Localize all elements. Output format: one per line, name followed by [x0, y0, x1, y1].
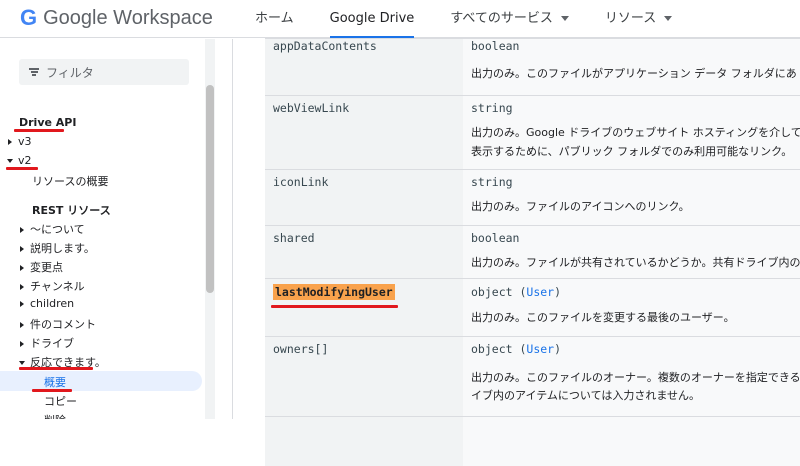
- scrollbar-thumb[interactable]: [206, 85, 214, 293]
- field-name: iconLink: [273, 175, 329, 189]
- expand-arrow-icon: [20, 227, 24, 233]
- highlighted-field-name: lastModifyingUser: [273, 284, 395, 300]
- field-description: 表示するために、パブリック フォルダでのみ利用可能なリンク。: [471, 145, 793, 158]
- annotation-underline: [6, 167, 38, 170]
- sidebar-item-about[interactable]: 〜について: [20, 221, 85, 237]
- sidebar-item-drives[interactable]: ドライブ: [20, 335, 74, 351]
- nav-all-products[interactable]: すべてのサービス: [450, 0, 569, 38]
- chevron-down-icon: [664, 16, 673, 21]
- field-description: 出力のみ。このファイルがアプリケーション データ フォルダにあ: [471, 67, 797, 80]
- field-type: string: [471, 101, 513, 115]
- expand-arrow-icon: [20, 322, 24, 328]
- user-type-link[interactable]: User: [526, 342, 554, 356]
- filter-icon: [29, 68, 39, 76]
- filter-input[interactable]: フィルタ: [19, 59, 189, 85]
- sidebar-heading-rest-resources: REST リソース: [32, 204, 111, 217]
- sidebar-item-comments[interactable]: 件のコメント: [20, 316, 96, 332]
- field-description: 出力のみ。Google ドライブのウェブサイト ホスティングを介して: [471, 126, 800, 139]
- field-description: 出力のみ。このファイルのオーナー。複数のオーナーを指定できる: [471, 371, 800, 384]
- nav-resources[interactable]: リソース: [605, 0, 673, 38]
- field-description: イブ内のアイテムについては入力されません。: [471, 389, 701, 402]
- nav-google-drive[interactable]: Google Drive: [329, 0, 414, 39]
- sidebar-item-resource-overview[interactable]: リソースの概要: [32, 173, 108, 189]
- annotation-underline: [32, 389, 72, 392]
- top-nav: ホーム Google Drive すべてのサービス リソース: [255, 0, 708, 39]
- field-name: webViewLink: [273, 101, 350, 115]
- google-workspace-logo[interactable]: G Google Workspace: [20, 6, 213, 30]
- sidebar-item-channels[interactable]: チャンネル: [20, 278, 85, 294]
- sidebar-item-overview[interactable]: 概要: [44, 374, 66, 390]
- expand-arrow-icon: [20, 301, 24, 307]
- sidebar-item-drive-api[interactable]: Drive API: [19, 116, 76, 129]
- table-row: shared boolean 出力のみ。ファイルが共有されているかどうか。共有ド…: [265, 225, 800, 278]
- sidebar-item-v2[interactable]: v2: [7, 154, 32, 167]
- logo-wordmark: Google Workspace: [43, 6, 213, 29]
- field-name: appDataContents: [273, 39, 377, 53]
- field-description: 出力のみ。ファイルが共有されているかどうか。共有ドライブ内の: [471, 256, 800, 269]
- table-row: [265, 416, 800, 466]
- field-name: shared: [273, 231, 315, 245]
- table-row: owners[] object (User) 出力のみ。このファイルのオーナー。…: [265, 336, 800, 416]
- annotation-underline: [271, 305, 398, 308]
- field-type: string: [471, 175, 513, 189]
- table-row: iconLink string 出力のみ。ファイルのアイコンへのリンク。: [265, 169, 800, 225]
- table-row: lastModifyingUser object (User) 出力のみ。このフ…: [265, 278, 800, 336]
- sidebar-item-delete[interactable]: 削除: [44, 412, 66, 419]
- sidebar-scrollbar[interactable]: [205, 39, 215, 419]
- annotation-underline: [19, 367, 93, 370]
- sidebar-item-copy[interactable]: コピー: [44, 393, 77, 409]
- google-g-icon: G: [20, 5, 38, 30]
- chevron-down-icon: [560, 16, 569, 21]
- collapse-arrow-icon: [7, 159, 13, 163]
- expand-arrow-icon: [8, 139, 12, 145]
- sidebar: フィルタ Drive API v3 v2 リソースの概要 REST リソース 〜…: [0, 39, 215, 419]
- top-header: G Google Workspace ホーム Google Drive すべての…: [0, 0, 800, 39]
- sidebar-item-v3[interactable]: v3: [8, 135, 32, 148]
- sidebar-item-explain[interactable]: 説明します。: [20, 240, 95, 256]
- content-divider: [232, 39, 233, 419]
- field-description: 出力のみ。このファイルを変更する最後のユーザー。: [471, 311, 735, 324]
- annotation-underline: [14, 129, 64, 132]
- selected-item-highlight: [0, 371, 202, 391]
- field-name-cell: [265, 417, 463, 466]
- expand-arrow-icon: [20, 341, 24, 347]
- collapse-arrow-icon: [19, 361, 25, 365]
- field-description: 出力のみ。ファイルのアイコンへのリンク。: [471, 200, 690, 213]
- field-type: object (User): [471, 285, 562, 299]
- field-name: owners[]: [273, 342, 329, 356]
- table-row: webViewLink string 出力のみ。Google ドライブのウェブサ…: [265, 95, 800, 169]
- field-type: object (User): [471, 342, 562, 356]
- field-name: lastModifyingUser: [273, 284, 395, 300]
- sidebar-item-changes[interactable]: 変更点: [20, 259, 63, 275]
- table-row: appDataContents boolean 出力のみ。このファイルがアプリケ…: [265, 38, 800, 95]
- user-type-link[interactable]: User: [526, 285, 554, 299]
- expand-arrow-icon: [20, 265, 24, 271]
- expand-arrow-icon: [20, 284, 24, 290]
- field-type: boolean: [471, 39, 520, 53]
- field-type: boolean: [471, 231, 520, 245]
- nav-home[interactable]: ホーム: [255, 0, 294, 38]
- expand-arrow-icon: [20, 246, 24, 252]
- sidebar-item-children[interactable]: children: [20, 297, 74, 310]
- filter-placeholder: フィルタ: [46, 66, 94, 80]
